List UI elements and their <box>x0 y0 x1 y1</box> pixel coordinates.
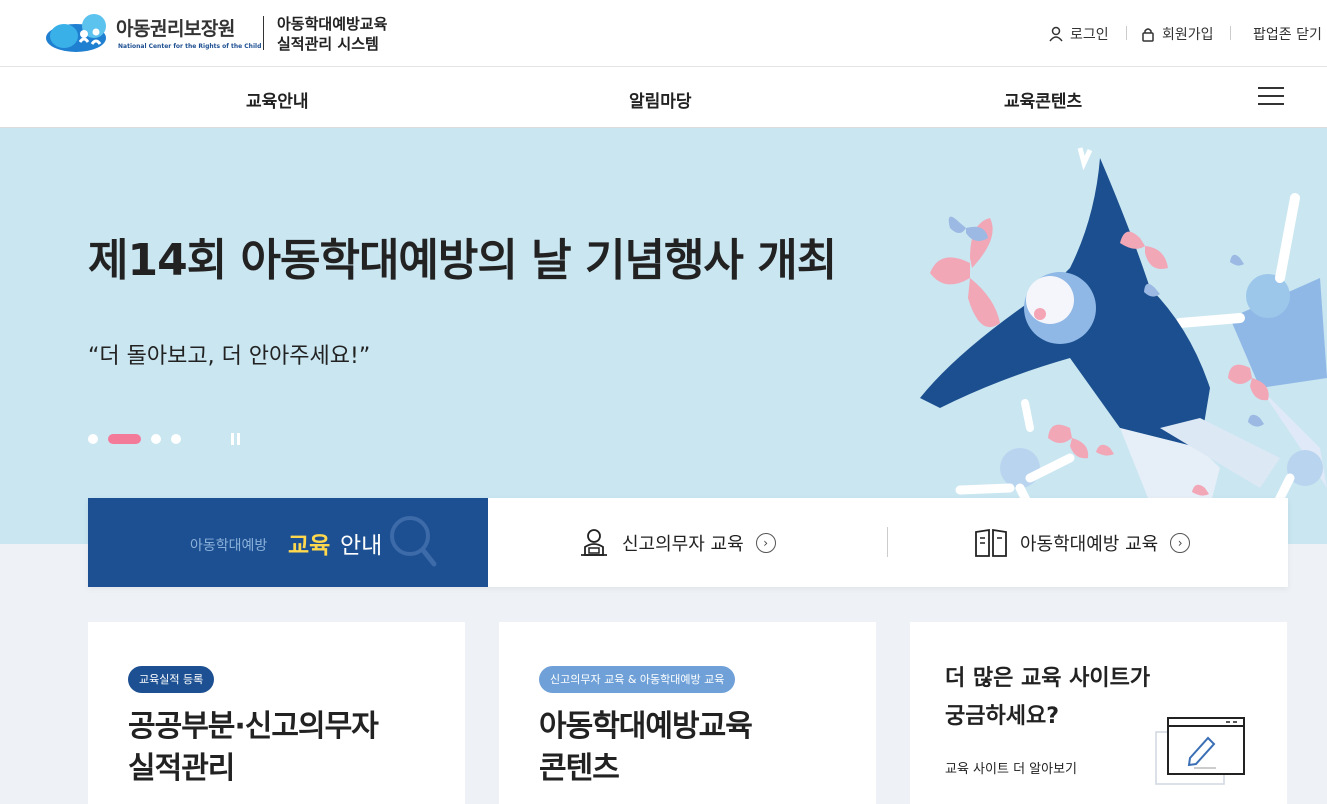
popup-close-label: 팝업존 닫기 <box>1253 27 1322 43</box>
main-navigation: 교육안내 알림마당 교육콘텐츠 <box>0 67 1327 128</box>
quick-divider <box>887 527 888 557</box>
hero-subtitle: “더 돌아보고, 더 안아주세요!” <box>88 344 371 369</box>
system-title[interactable]: 아동학대예방교육 실적관리 시스템 <box>277 14 387 54</box>
book-icon <box>975 528 1007 557</box>
hero-title[interactable]: 제14회 아동학대예방의 날 기념행사 개최 <box>88 224 837 288</box>
login-label: 로그인 <box>1070 27 1109 43</box>
pause-icon[interactable] <box>231 433 243 445</box>
site-logo[interactable]: 아동권리보장원 National Center for the Rights o… <box>46 12 261 54</box>
card-title: 공공부분·신고의무자 실적관리 <box>128 706 379 790</box>
card-more-sites[interactable]: 더 많은 교육 사이트가 궁금하세요? 교육 사이트 더 알아보기 <box>910 622 1287 804</box>
card-title-line1: 공공부분·신고의무자 <box>128 709 379 744</box>
slide-dot-active[interactable] <box>108 434 141 444</box>
quick-navigation: 아동학대예방 교육 안내 신고의무자 교육 › 아동학대예방 교육 › <box>88 498 1288 587</box>
card-title-line2: 실적관리 <box>128 751 235 786</box>
card-education-contents[interactable]: 신고의무자 교육 & 아동학대예방 교육 아동학대예방교육 콘텐츠 <box>499 622 876 804</box>
lock-icon <box>1142 28 1154 42</box>
logo-divider <box>263 16 264 50</box>
browser-pencil-icon <box>1155 717 1245 785</box>
card-title-line2: 콘텐츠 <box>539 751 620 786</box>
card-title: 더 많은 교육 사이트가 궁금하세요? <box>945 660 1150 736</box>
chevron-right-circle-icon: › <box>1170 532 1191 553</box>
reporter-education-label: 신고의무자 교육 <box>622 533 744 555</box>
quick-edu-label: 교육 <box>288 533 331 559</box>
logo-english-name: National Center for the Rights of the Ch… <box>118 43 262 50</box>
children-butterflies-illustration <box>920 147 1327 544</box>
slide-dot[interactable] <box>151 434 161 444</box>
card-title: 아동학대예방교육 콘텐츠 <box>539 706 753 790</box>
more-sites-link[interactable]: 교육 사이트 더 알아보기 <box>945 758 1077 777</box>
system-title-line1: 아동학대예방교육 <box>277 15 388 33</box>
join-link[interactable]: 회원가입 <box>1140 24 1214 44</box>
abuse-prevention-education-link[interactable]: 아동학대예방 교육 › <box>974 498 1191 587</box>
nav-item-notice[interactable]: 알림마당 <box>629 87 692 112</box>
logo-name: 아동권리보장원 <box>116 18 235 40</box>
login-link[interactable]: 로그인 <box>1048 24 1109 44</box>
hamburger-menu-icon[interactable] <box>1258 87 1284 107</box>
education-guide-panel[interactable]: 아동학대예방 교육 안내 <box>88 498 488 587</box>
card-performance-management[interactable]: 교육실적 등록 공공부분·신고의무자 실적관리 <box>88 622 465 804</box>
chevron-right-circle-icon: › <box>755 532 776 553</box>
card-badge: 신고의무자 교육 & 아동학대예방 교육 <box>539 666 736 693</box>
util-separator <box>1230 26 1231 40</box>
slide-dot[interactable] <box>171 434 181 444</box>
magnifier-icon <box>390 516 437 567</box>
abuse-prevention-education-label: 아동학대예방 교육 <box>1020 533 1159 555</box>
util-separator <box>1126 26 1127 40</box>
logo-mark-icon <box>46 14 106 52</box>
system-title-line2: 실적관리 시스템 <box>277 35 379 53</box>
nav-item-education-info[interactable]: 교육안내 <box>246 87 309 112</box>
quick-info-label: 안내 <box>340 533 383 559</box>
user-icon <box>1049 26 1063 42</box>
reporter-education-link[interactable]: 신고의무자 교육 › <box>578 498 776 587</box>
join-label: 회원가입 <box>1162 27 1214 43</box>
site-header: 아동권리보장원 National Center for the Rights o… <box>0 0 1327 67</box>
reporter-person-icon <box>581 528 607 556</box>
quick-pre-label: 아동학대예방 <box>190 538 268 554</box>
slide-dot[interactable] <box>88 434 98 444</box>
card-title-line1: 더 많은 교육 사이트가 <box>945 666 1151 691</box>
card-badge: 교육실적 등록 <box>128 666 215 693</box>
hero-banner: 제14회 아동학대예방의 날 기념행사 개최 “더 돌아보고, 더 안아주세요!… <box>0 128 1327 544</box>
nav-item-education-contents[interactable]: 교육콘텐츠 <box>1004 87 1082 112</box>
card-title-line1: 아동학대예방교육 <box>539 709 753 744</box>
card-title-line2: 궁금하세요? <box>945 704 1059 729</box>
popup-close-button[interactable]: 팝업존 닫기 <box>1253 24 1322 44</box>
